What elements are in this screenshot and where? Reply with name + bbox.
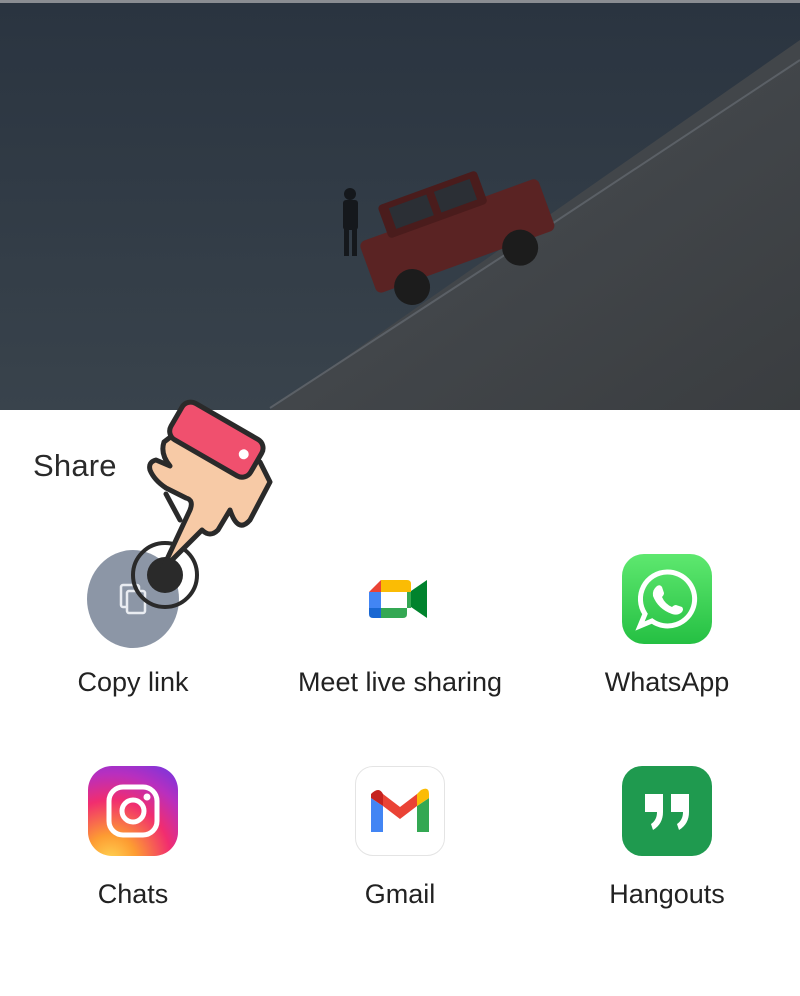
share-target-label: WhatsApp <box>604 667 730 697</box>
share-target-whatsapp[interactable]: WhatsApp <box>534 553 800 698</box>
gmail-icon <box>355 766 445 856</box>
share-title: Share <box>33 448 117 483</box>
share-target-label: Gmail <box>364 879 436 909</box>
share-target-hangouts[interactable]: Hangouts <box>534 765 800 910</box>
tap-hand-pointer-icon <box>131 399 273 609</box>
google-meet-icon <box>355 554 445 644</box>
instagram-icon <box>88 766 178 856</box>
share-target-label: Meet live sharing <box>297 667 503 697</box>
share-target-gmail[interactable]: Gmail <box>267 765 533 910</box>
hangouts-icon <box>622 766 712 856</box>
whatsapp-icon <box>622 554 712 644</box>
share-target-label: Chats <box>97 879 169 909</box>
status-bar-edge <box>0 0 800 3</box>
share-target-label: Copy link <box>77 667 189 697</box>
share-target-label: Hangouts <box>609 879 725 909</box>
share-target-instagram-chats[interactable]: Chats <box>0 765 266 910</box>
video-preview <box>0 0 800 410</box>
